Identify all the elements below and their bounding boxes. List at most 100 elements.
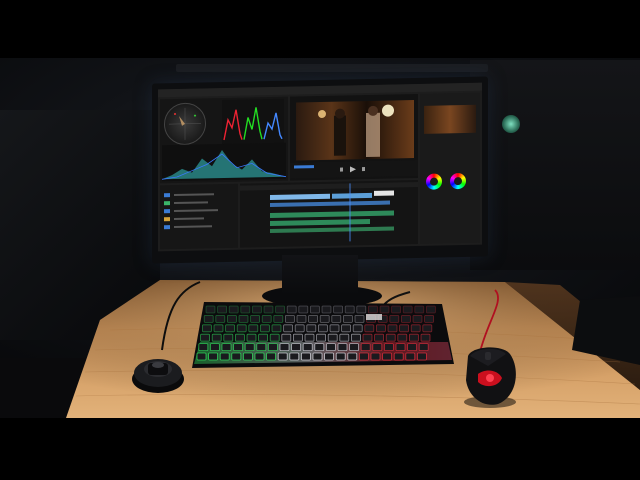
keyboard-key xyxy=(402,305,413,314)
keyboard-key xyxy=(412,314,423,323)
photo-scene xyxy=(0,0,640,480)
step-back-icon xyxy=(340,167,343,172)
keyboard-key xyxy=(233,343,243,351)
mouse-icon xyxy=(464,347,516,408)
keyboard-key xyxy=(238,314,249,323)
keyboard-key xyxy=(217,305,228,314)
letterbox-top xyxy=(0,0,640,58)
keyboard-key xyxy=(244,343,255,351)
keyboard-key xyxy=(422,324,433,333)
keyboard-key xyxy=(301,352,311,361)
keyboard-key xyxy=(389,314,400,323)
keyboard-key xyxy=(256,343,267,351)
keyboard-key xyxy=(319,314,330,323)
keyboard-logo xyxy=(366,314,382,320)
keyboard-key xyxy=(324,352,335,361)
keyboard-key xyxy=(337,343,348,351)
keyboard-key xyxy=(196,352,207,361)
keyboard-key xyxy=(289,352,300,361)
keyboard-key xyxy=(317,324,328,333)
keyboard-key xyxy=(225,324,235,333)
keyboard-key xyxy=(397,333,408,342)
keyboard-key xyxy=(258,333,268,342)
monitor-stand xyxy=(282,255,358,295)
keyboard-key xyxy=(306,324,317,333)
keyboard-key xyxy=(252,305,262,314)
keyboard-key xyxy=(219,352,230,361)
rgb-parade xyxy=(222,98,284,145)
keyboard-key xyxy=(405,352,416,361)
keyboard-key xyxy=(302,343,313,351)
keyboard-key xyxy=(333,305,344,314)
keyboard-key xyxy=(329,324,340,333)
keyboard-key xyxy=(279,343,290,351)
keyboard-key xyxy=(372,343,383,351)
keyboard-key xyxy=(341,324,352,333)
keyboard-key xyxy=(281,333,292,342)
video-clip xyxy=(270,200,390,208)
keyboard-key xyxy=(198,343,209,351)
keyboard-key xyxy=(235,333,245,342)
vectorscope xyxy=(164,102,206,146)
keyboard-key xyxy=(228,305,239,314)
keyboard-key xyxy=(342,314,353,323)
keyboard-key xyxy=(209,343,220,351)
scroll-wheel xyxy=(485,352,491,360)
keyboard-key xyxy=(221,343,232,351)
keyboard-key xyxy=(393,352,404,361)
keyboard-key xyxy=(367,305,378,314)
transport-controls xyxy=(290,159,418,179)
keyboard-key xyxy=(382,352,393,361)
keyboard-key xyxy=(261,314,272,323)
keyboard-key xyxy=(410,324,421,333)
title-clip xyxy=(374,190,394,196)
mouse-logo xyxy=(486,374,494,382)
keyboard-key xyxy=(203,314,214,323)
timeline-tracks xyxy=(240,181,418,242)
keyboard-key xyxy=(387,324,398,333)
audio-clip xyxy=(270,226,394,234)
keyboard-key xyxy=(416,352,427,361)
keyboard-key xyxy=(414,305,425,314)
keyboard-key xyxy=(347,352,358,361)
project-list xyxy=(164,193,218,230)
waveform-trace xyxy=(162,150,286,180)
keyboard-key xyxy=(298,305,309,314)
keyboard-key xyxy=(379,305,390,314)
keyboard-key xyxy=(314,343,325,351)
keyboard-key xyxy=(283,324,293,333)
keyboard-key xyxy=(344,305,355,314)
keyboard-key xyxy=(370,352,381,361)
video-clip xyxy=(332,192,372,199)
keyboard-key xyxy=(310,305,320,314)
letterbox-bottom xyxy=(0,418,640,480)
keyboard-key xyxy=(246,333,257,342)
keyboard-key xyxy=(260,324,270,333)
keyboard-key xyxy=(205,305,216,314)
keyboard-key xyxy=(383,343,394,351)
keyboard-key xyxy=(360,343,371,351)
keyboard-key xyxy=(395,343,406,351)
keyboard-key xyxy=(271,324,282,333)
keyboard-key xyxy=(243,352,253,361)
keyboard-key xyxy=(407,343,418,351)
video-content xyxy=(318,104,394,158)
keyboard-key xyxy=(385,333,396,342)
keyboard-key xyxy=(352,324,363,333)
keyboard-key xyxy=(269,333,280,342)
keyboard-key xyxy=(375,324,386,333)
color-wheel-center xyxy=(430,177,438,186)
keyboard-key xyxy=(400,314,411,323)
audio-clip xyxy=(270,210,394,219)
keyboard-key xyxy=(304,333,315,342)
keyboard-key xyxy=(364,324,375,333)
keyboard-key xyxy=(339,333,350,342)
keyboard-key xyxy=(374,333,385,342)
keyboard-key xyxy=(321,305,332,314)
keyboard-key xyxy=(236,324,247,333)
keyboard-key xyxy=(331,314,342,323)
keyboard-key xyxy=(362,333,373,342)
keyboard-key xyxy=(312,352,323,361)
project-panel xyxy=(160,183,238,250)
keyboard-key xyxy=(266,352,276,361)
